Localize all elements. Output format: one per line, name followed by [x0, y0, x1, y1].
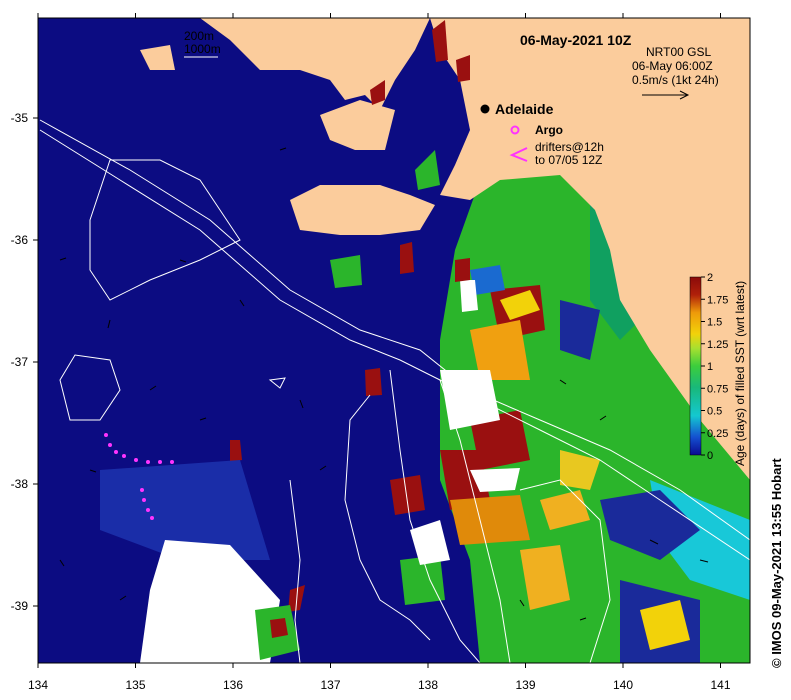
y-tick-label: -37	[11, 355, 29, 369]
current-scale-label: 0.5m/s (1kt 24h)	[632, 73, 719, 87]
y-tick-label: -36	[11, 233, 29, 247]
x-tick-label: 134	[28, 678, 48, 692]
depth-legend-1000m: 1000m	[184, 42, 221, 56]
colorbar-tick-label: 0.25	[707, 428, 728, 440]
sst-map-figure: Adelaide 06-May-2021 10Z NRT00 GSL 06-Ma…	[11, 13, 751, 692]
y-tick-label: -39	[11, 599, 29, 613]
colorbar-gradient	[689, 276, 702, 456]
x-tick-label: 141	[710, 678, 730, 692]
x-tick-label: 138	[418, 678, 438, 692]
city-label: Adelaide	[495, 101, 554, 117]
y-tick-label: -35	[11, 111, 29, 125]
colorbar-tick-label: 1.75	[707, 294, 728, 306]
colorbar-tick-label: 1.5	[707, 317, 722, 329]
x-tick-label: 135	[125, 678, 145, 692]
depth-legend-200m: 200m	[184, 29, 214, 43]
drifter-label-2: to 07/05 12Z	[535, 153, 602, 167]
x-tick-label: 137	[320, 678, 340, 692]
current-product-time: 06-May 06:00Z	[632, 59, 713, 73]
drifter-label-1: drifters@12h	[535, 140, 604, 154]
credit-label: © IMOS 09-May-2021 13:55 Hobart	[769, 458, 784, 668]
y-tick-label: -38	[11, 477, 29, 491]
current-product-name: NRT00 GSL	[646, 45, 711, 59]
adelaide-marker[interactable]	[480, 104, 490, 114]
colorbar-tick-label: 0	[707, 450, 713, 462]
y-axis-ticks: -35 -36 -37 -38 -39	[11, 111, 38, 613]
x-tick-label: 136	[223, 678, 243, 692]
colorbar-tick-label: 0.75	[707, 383, 728, 395]
x-tick-label: 139	[515, 678, 535, 692]
argo-label: Argo	[535, 123, 563, 137]
map-title: 06-May-2021 10Z	[520, 32, 632, 48]
colorbar-title: Age (days) of filled SST (wrt latest)	[733, 281, 747, 466]
colorbar-tick-label: 1.25	[707, 339, 728, 351]
colorbar-tick-label: 2	[707, 272, 713, 284]
colorbar-tick-label: 0.5	[707, 406, 722, 418]
map-plot-area[interactable]: Adelaide	[38, 18, 750, 663]
x-tick-label: 140	[613, 678, 633, 692]
colorbar-tick-label: 1	[707, 361, 713, 373]
